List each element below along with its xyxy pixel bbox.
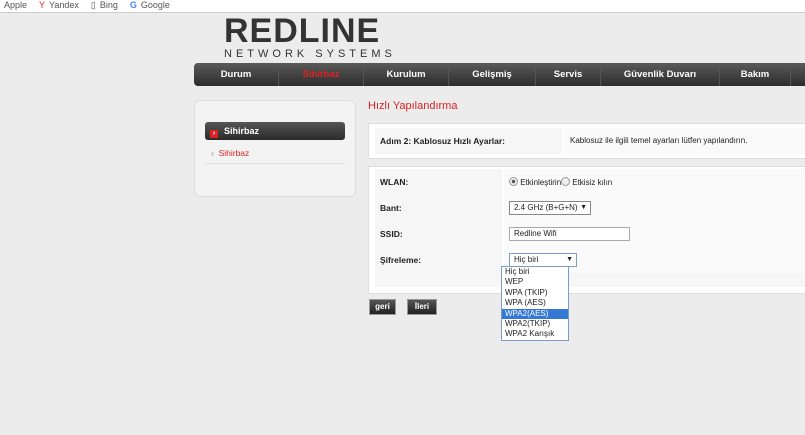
divider [205, 163, 345, 164]
step-description: Kablosuz ile ilgili temel ayarları lütfe… [570, 136, 748, 145]
wlan-enable-label: Etkinleştirin [520, 178, 562, 187]
sidebar-item-sihirbaz[interactable]: › Sihirbaz [211, 148, 249, 158]
option-wpa2-karisik[interactable]: WPA2 Karışık [502, 329, 568, 339]
main-nav: Durum Sihirbaz Kurulum Gelişmiş Servis G… [194, 63, 805, 86]
bookmarks-bar: Apple Y Yandex ▯ Bing G Google [0, 0, 805, 13]
wireless-form: WLAN: Etkinleştirin Etkisiz kılın Bant: … [368, 166, 805, 294]
chevron-icon: › [211, 148, 214, 158]
step-label: Adım 2: Kablosuz Hızlı Ayarlar: [380, 136, 506, 146]
option-wpa2-aes[interactable]: WPA2(AES) [502, 308, 568, 319]
yandex-icon: Y [39, 0, 46, 10]
dropdown-arrow-icon: ▼ [580, 204, 587, 211]
wlan-enable-radio[interactable]: Etkinleştirin [509, 177, 561, 187]
sidebar-item-label: Sihirbaz [218, 148, 250, 158]
wlan-disable-label: Etkisiz kılın [572, 178, 613, 187]
bookmark-apple[interactable]: Apple [4, 0, 27, 10]
ssid-input[interactable]: Redline Wifi [509, 227, 630, 241]
chevron-right-icon: › [210, 130, 218, 138]
bookmark-yandex[interactable]: Yandex [49, 0, 79, 10]
back-button[interactable]: geri [369, 299, 396, 315]
step-info: Adım 2: Kablosuz Hızlı Ayarlar: Kablosuz… [368, 123, 805, 159]
bookmark-google[interactable]: Google [141, 0, 170, 10]
logo-name: REDLINE [224, 12, 381, 50]
redline-logo: REDLINE NETWORK SYSTEMS [224, 14, 409, 62]
logo-tagline: NETWORK SYSTEMS [224, 48, 396, 60]
wlan-label: WLAN: [380, 177, 409, 187]
sidebar: › Sihirbaz › Sihirbaz [194, 100, 356, 197]
dropdown-arrow-icon: ▼ [566, 256, 573, 263]
option-wep[interactable]: WEP [502, 277, 568, 287]
tab-kurulum[interactable]: Kurulum [364, 63, 449, 86]
tab-gelismis[interactable]: Gelişmiş [449, 63, 536, 86]
band-value: 2.4 GHz (B+G+N) [514, 203, 578, 212]
wlan-disable-radio[interactable]: Etkisiz kılın [561, 177, 612, 187]
ssid-label: SSID: [380, 229, 403, 239]
band-select[interactable]: 2.4 GHz (B+G+N) ▼ [509, 201, 591, 215]
band-label: Bant: [380, 203, 402, 213]
page-icon: ▯ [90, 0, 96, 10]
option-wpa-aes[interactable]: WPA (AES) [502, 298, 568, 308]
tab-durum[interactable]: Durum [194, 63, 279, 86]
encryption-dropdown-list: Hiç biri WEP WPA (TKIP) WPA (AES) WPA2(A… [501, 266, 569, 341]
tab-bakim[interactable]: Bakım [720, 63, 791, 86]
tab-servis[interactable]: Servis [536, 63, 601, 86]
option-wpa-tkip[interactable]: WPA (TKIP) [502, 288, 568, 298]
bookmark-bing[interactable]: Bing [100, 0, 118, 10]
sidebar-header-label: Sihirbaz [224, 126, 260, 136]
encryption-label: Şifreleme: [380, 255, 422, 265]
tab-guvenlik-duvari[interactable]: Güvenlik Duvarı [601, 63, 720, 86]
encryption-value: Hiç biri [514, 255, 539, 264]
option-wpa2-tkip[interactable]: WPA2(TKIP) [502, 319, 568, 329]
encryption-select[interactable]: Hiç biri ▼ [509, 253, 577, 267]
option-hic-biri[interactable]: Hiç biri [502, 267, 568, 277]
sidebar-header[interactable]: › Sihirbaz [205, 122, 345, 140]
page-title: Hızlı Yapılandırma [368, 100, 458, 112]
next-button[interactable]: İleri [407, 299, 437, 315]
google-icon: G [129, 0, 137, 10]
tab-sihirbaz[interactable]: Sihirbaz [279, 63, 364, 86]
